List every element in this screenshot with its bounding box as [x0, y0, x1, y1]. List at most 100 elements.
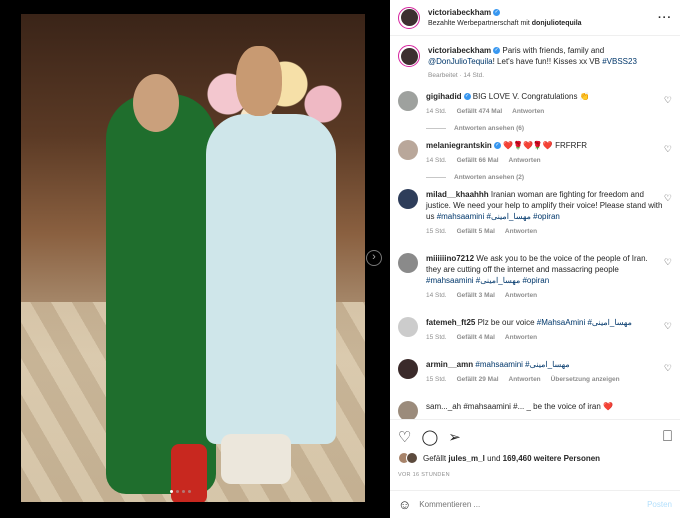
comment: melaniegrantskin ✓ ❤️🌹❤️🌹❤️ FRFRFR 14 Std… [398, 140, 672, 166]
comment-likes[interactable]: Gefällt 3 Mal [457, 290, 495, 301]
verified-icon: ✓ [493, 8, 501, 16]
next-image-button[interactable]: › [366, 250, 382, 266]
comment-meta: 14 Std. Gefällt 66 Mal Antworten [426, 155, 664, 166]
photo-red-boots [171, 444, 207, 502]
comment-meta: 15 Std. Gefällt 5 Mal Antworten [426, 226, 664, 237]
comment-likes[interactable]: Gefällt 29 Mal [457, 374, 499, 385]
comment-likes[interactable]: Gefällt 4 Mal [457, 332, 495, 343]
comment-body: fatemeh_ft25 Plz be our voice #MahsaAmin… [426, 317, 664, 343]
comment-username[interactable]: miiiiiino7212 [426, 254, 474, 263]
emoji-icon[interactable]: ☺ [398, 497, 411, 512]
comment-like-icon[interactable]: ♡ [664, 193, 672, 204]
paid-partnership: Bezahlte Werbepartnerschaft mit donjulio… [428, 18, 582, 29]
more-options-icon[interactable]: ··· [658, 12, 672, 24]
caption-text: Paris with friends, family and [502, 46, 605, 55]
view-replies[interactable]: Antworten ansehen (2) [426, 174, 672, 181]
comment-time: 15 Std. [426, 228, 447, 235]
comments-feed[interactable]: victoriabeckham ✓ Paris with friends, fam… [390, 37, 680, 419]
comment-text: BIG LOVE V. Congratulations 👏 [472, 92, 590, 101]
comment-avatar[interactable] [398, 189, 418, 209]
header-meta: victoriabeckham ✓ Bezahlte Werbepartnersc… [428, 7, 582, 29]
caption-username[interactable]: victoriabeckham [428, 46, 491, 55]
caption-text: ! Let's have fun!! Kisses xx VB [492, 57, 600, 66]
comment-username[interactable]: milad__khaahhh [426, 190, 489, 199]
add-comment-bar: ☺ Posten [390, 490, 680, 518]
comment-username[interactable]: gigihadid [426, 92, 462, 101]
caption-avatar[interactable] [398, 45, 420, 67]
comment-avatar[interactable] [398, 401, 418, 419]
comment-icon[interactable]: ◯ [421, 428, 438, 446]
instagram-post-modal: › victoriabeckham ✓ Bezahlte Werbepartner… [0, 0, 680, 518]
comment-username[interactable]: melaniegrantskin [426, 141, 492, 150]
verified-icon: ✓ [493, 47, 501, 55]
comment-text: sam..._ah #mahsaamini #... _ be the voic… [426, 402, 613, 411]
comment-like-icon[interactable]: ♡ [664, 363, 672, 374]
comment-avatar[interactable] [398, 91, 418, 111]
comment-username[interactable]: fatemeh_ft25 [426, 318, 475, 327]
comment-body: melaniegrantskin ✓ ❤️🌹❤️🌹❤️ FRFRFR 14 Std… [426, 140, 664, 166]
carousel-dot [188, 490, 191, 493]
reply-button[interactable]: Antworten [505, 226, 537, 237]
header-username[interactable]: victoriabeckham [428, 8, 491, 17]
likes-summary[interactable]: Gefällt jules_m_l und 169,460 weitere Pe… [398, 452, 672, 464]
comment: milad__khaahhh Iranian woman are fightin… [398, 189, 672, 237]
action-bar: ♡ ◯ ➢ ⎕ [390, 419, 680, 453]
post-date: VOR 16 STUNDEN [398, 472, 450, 478]
comment-time: 14 Std. [426, 292, 447, 299]
comment-peek: sam..._ah #mahsaamini #... _ be the voic… [398, 401, 672, 419]
like-icon[interactable]: ♡ [398, 428, 411, 446]
likes-prefix: Gefällt [423, 453, 447, 463]
reply-button[interactable]: Antworten [509, 155, 541, 166]
comment-input[interactable] [419, 500, 648, 509]
comment-hashtags[interactable]: #mahsaamini #مهسا_امینی #opiran [437, 212, 560, 221]
comment-avatar[interactable] [398, 140, 418, 160]
reply-button[interactable]: Antworten [509, 374, 541, 385]
comment-username[interactable]: armin__amn [426, 360, 473, 369]
translate-button[interactable]: Übersetzung anzeigen [551, 374, 620, 385]
hashtag-link[interactable]: #VBSS23 [602, 57, 637, 66]
comment-like-icon[interactable]: ♡ [664, 95, 672, 106]
post-button[interactable]: Posten [647, 500, 672, 509]
reply-button[interactable]: Antworten [505, 290, 537, 301]
comment-avatar[interactable] [398, 253, 418, 273]
verified-icon: ✓ [463, 93, 471, 101]
comment-hashtags[interactable]: #mahsaamini #مهسا_امینی #opiran [426, 276, 549, 285]
comment-avatar[interactable] [398, 359, 418, 379]
likes-count[interactable]: 169,460 weitere Personen [503, 454, 600, 463]
reply-button[interactable]: Antworten [505, 332, 537, 343]
liker-username[interactable]: jules_m_l [448, 454, 484, 463]
comment-like-icon[interactable]: ♡ [664, 144, 672, 155]
comment-body: gigihadid ✓ BIG LOVE V. Congratulations 👏… [426, 91, 664, 117]
comment-hashtags[interactable]: #MahsaAmini #مهسا_امینی [537, 318, 632, 327]
comment-hashtags[interactable]: #mahsaamini #مهسا_امینی [475, 360, 569, 369]
comment-avatar[interactable] [398, 317, 418, 337]
carousel-dot [182, 490, 185, 493]
comment: armin__amn #mahsaamini #مهسا_امینی 15 St… [398, 359, 672, 385]
avatar[interactable] [398, 6, 420, 29]
comment: gigihadid ✓ BIG LOVE V. Congratulations 👏… [398, 91, 672, 117]
comment-time: 15 Std. [426, 376, 447, 383]
comment-body: miiiiiino7212 We ask you to be the voice… [426, 253, 664, 301]
post-photo[interactable] [21, 14, 365, 502]
post-header: victoriabeckham ✓ Bezahlte Werbepartnersc… [390, 0, 680, 36]
comment-likes[interactable]: Gefällt 5 Mal [457, 226, 495, 237]
avatar-image [400, 9, 418, 26]
comment-likes[interactable]: Gefällt 474 Mal [457, 106, 503, 117]
comment-text: Plz be our voice [477, 318, 535, 327]
partner-link[interactable]: donjuliotequila [532, 20, 582, 27]
comment-like-icon[interactable]: ♡ [664, 321, 672, 332]
bookmark-icon[interactable]: ⎕ [663, 428, 672, 445]
avatar-image [400, 47, 418, 65]
reply-button[interactable]: Antworten [512, 106, 544, 117]
mention-link[interactable]: @DonJulioTequila [428, 57, 493, 66]
share-icon[interactable]: ➢ [448, 428, 461, 446]
comment: miiiiiino7212 We ask you to be the voice… [398, 253, 672, 301]
media-pane: › [0, 0, 390, 518]
photo-man-head [236, 46, 282, 116]
comment-like-icon[interactable]: ♡ [664, 257, 672, 268]
view-replies[interactable]: Antworten ansehen (6) [426, 125, 672, 132]
comment-likes[interactable]: Gefällt 66 Mal [457, 155, 499, 166]
